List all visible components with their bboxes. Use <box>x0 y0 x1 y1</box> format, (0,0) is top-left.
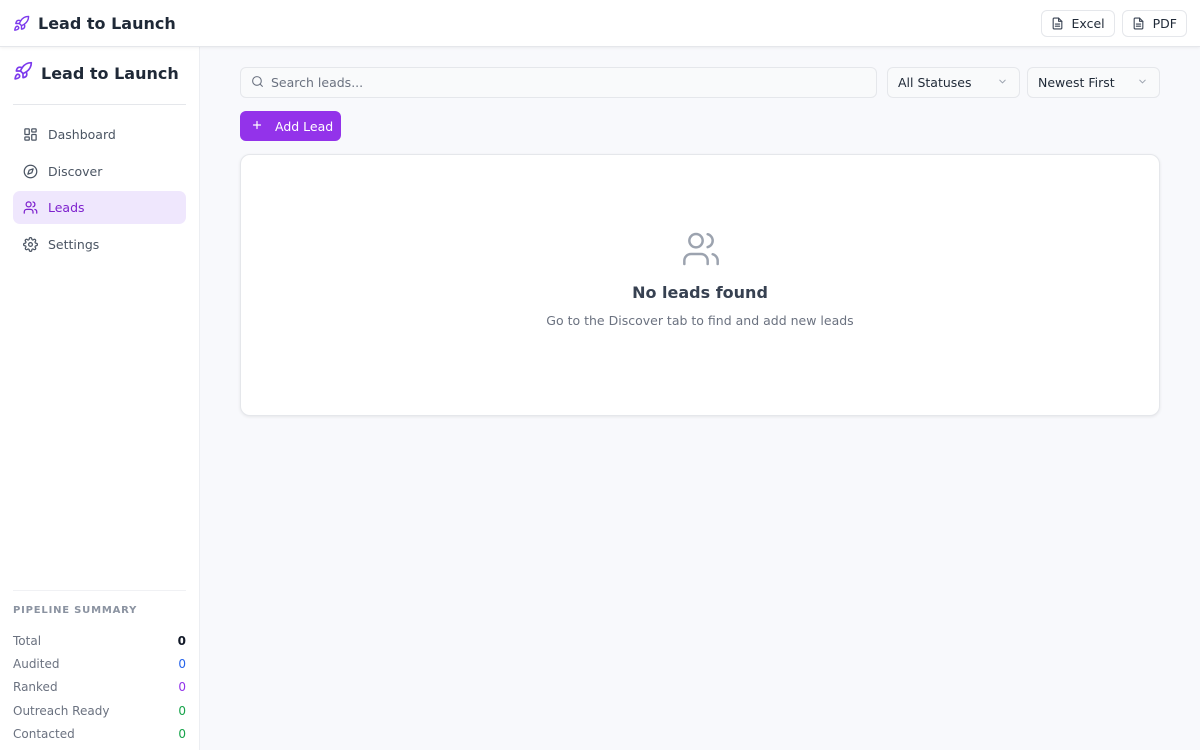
sidebar-item-leads[interactable]: Leads <box>13 191 186 225</box>
sort-value: Newest First <box>1038 75 1115 90</box>
export-excel-button[interactable]: Excel <box>1040 9 1115 37</box>
status-filter-select[interactable]: All Statuses <box>887 67 1020 98</box>
sidebar-item-discover[interactable]: Discover <box>13 155 186 188</box>
pipeline-value: 0 <box>177 633 186 648</box>
pipeline-row-outreach-ready: Outreach Ready 0 <box>13 699 186 722</box>
add-lead-label: Add Lead <box>275 118 334 134</box>
sidebar-item-label: Dashboard <box>48 127 116 142</box>
plus-icon <box>251 119 263 134</box>
rocket-icon <box>13 15 30 32</box>
export-excel-label: Excel <box>1071 15 1105 31</box>
export-pdf-label: PDF <box>1152 15 1177 31</box>
pipeline-value: 0 <box>178 703 186 718</box>
header-brand: Lead to Launch <box>13 14 176 33</box>
search-box[interactable] <box>240 67 877 98</box>
empty-state-subtitle: Go to the Discover tab to find and add n… <box>546 313 854 328</box>
pipeline-label: Outreach Ready <box>13 703 110 718</box>
users-icon <box>23 200 38 215</box>
sort-select[interactable]: Newest First <box>1027 67 1160 98</box>
pipeline-label: Ranked <box>13 680 58 695</box>
top-bar: Lead to Launch Excel PDF <box>0 0 1200 47</box>
compass-icon <box>23 164 38 179</box>
pipeline-label: Audited <box>13 657 60 672</box>
divider <box>13 104 186 105</box>
grid-icon <box>23 127 38 142</box>
rocket-icon <box>13 61 33 85</box>
file-icon <box>1051 17 1064 30</box>
users-icon <box>681 229 721 273</box>
empty-state-title: No leads found <box>632 283 768 302</box>
sidebar-brand-title: Lead to Launch <box>41 63 179 83</box>
pipeline-label: Contacted <box>13 727 75 742</box>
pipeline-value: 0 <box>178 657 186 672</box>
app-title: Lead to Launch <box>38 13 176 33</box>
pipeline-row-contacted: Contacted 0 <box>13 723 186 746</box>
status-filter-value: All Statuses <box>898 75 972 90</box>
pipeline-row-total: Total 0 <box>13 629 186 652</box>
sidebar-nav: Dashboard Discover Leads Settings <box>13 118 186 265</box>
pipeline-summary-title: PIPELINE SUMMARY <box>13 605 138 616</box>
main-content: All Statuses Newest First Add Lead No le… <box>200 47 1200 750</box>
gear-icon <box>23 237 38 253</box>
sidebar-brand: Lead to Launch <box>13 61 179 85</box>
chevron-down-icon <box>997 75 1008 90</box>
sidebar-item-label: Leads <box>48 200 85 216</box>
sidebar-item-label: Settings <box>48 237 100 253</box>
chevron-down-icon <box>1137 75 1148 90</box>
pipeline-row-audited: Audited 0 <box>13 652 186 675</box>
export-pdf-button[interactable]: PDF <box>1121 9 1187 37</box>
file-icon <box>1132 17 1145 30</box>
search-input[interactable] <box>271 75 861 90</box>
search-icon <box>251 73 264 92</box>
sidebar: Lead to Launch Dashboard Discover Leads <box>0 47 200 750</box>
sidebar-item-settings[interactable]: Settings <box>13 228 186 261</box>
sidebar-item-label: Discover <box>48 163 103 179</box>
leads-panel: No leads found Go to the Discover tab to… <box>240 154 1160 416</box>
pipeline-label: Total <box>13 633 42 648</box>
sidebar-item-dashboard[interactable]: Dashboard <box>13 118 186 151</box>
pipeline-value: 0 <box>178 680 186 695</box>
pipeline-value: 0 <box>178 727 186 742</box>
add-lead-button[interactable]: Add Lead <box>240 111 341 141</box>
pipeline-row-ranked: Ranked 0 <box>13 676 186 699</box>
pipeline-summary: PIPELINE SUMMARY Total 0 Audited 0 Ranke… <box>13 590 186 741</box>
